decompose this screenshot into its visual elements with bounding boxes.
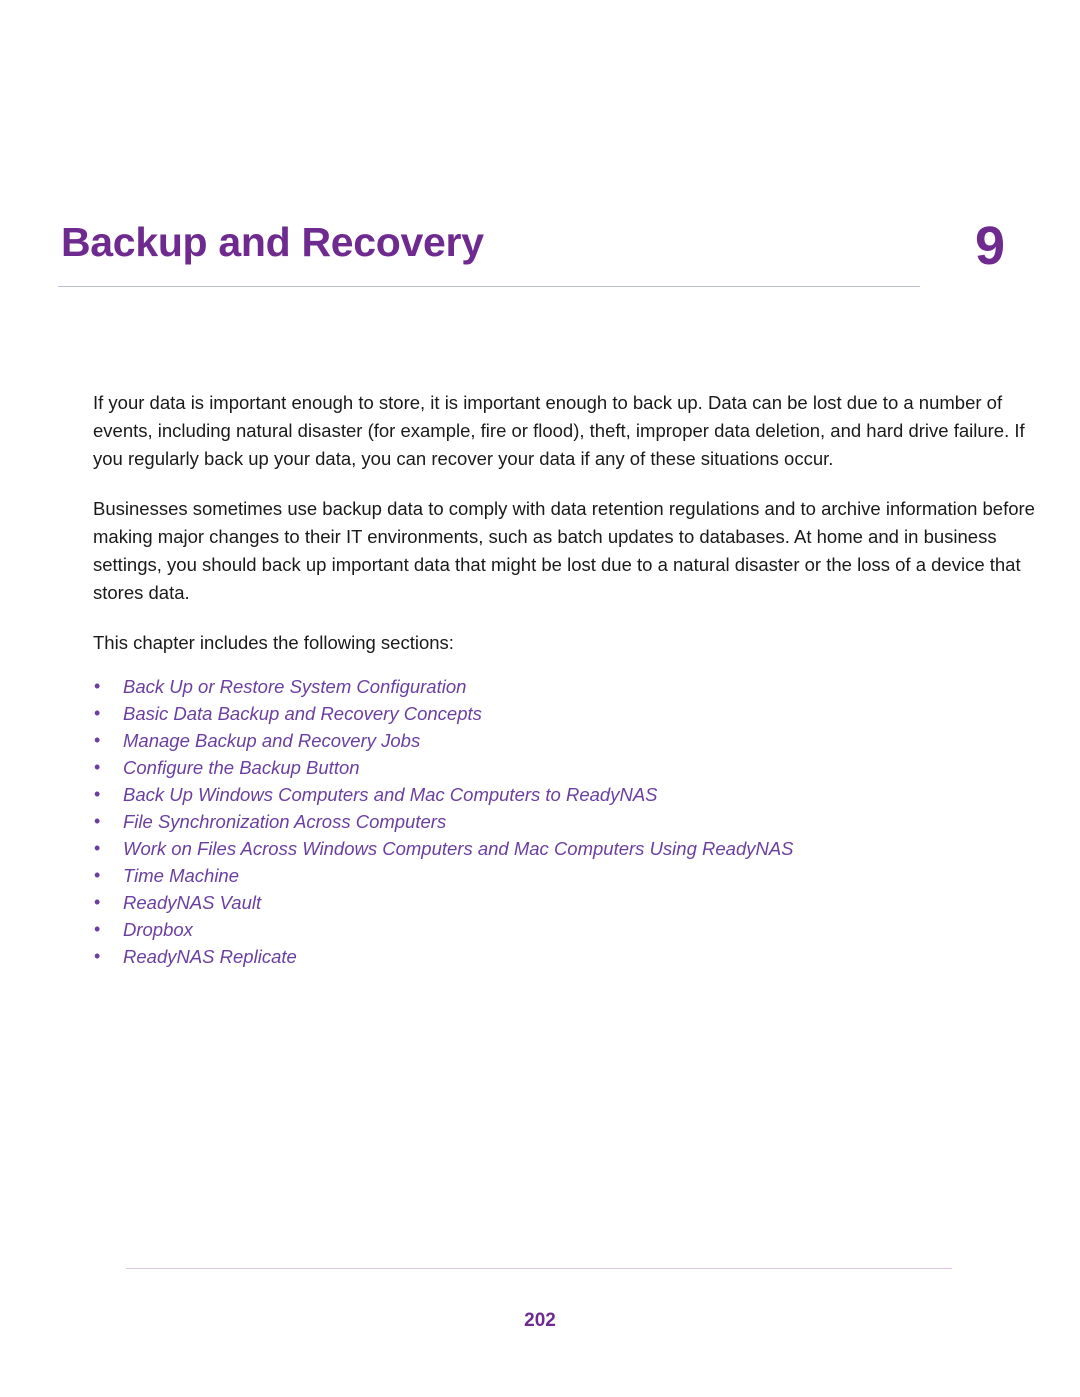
section-link-label[interactable]: Work on Files Across Windows Computers a… <box>123 838 794 859</box>
chapter-number: 9 <box>975 216 1006 276</box>
list-item[interactable]: • Configure the Backup Button <box>93 754 1047 781</box>
title-divider <box>58 286 920 287</box>
list-item[interactable]: • Dropbox <box>93 916 1047 943</box>
bullet-icon: • <box>94 919 101 939</box>
section-link-label[interactable]: File Synchronization Across Computers <box>123 811 446 832</box>
footer-divider <box>126 1268 952 1269</box>
bullet-icon: • <box>94 865 101 885</box>
list-item[interactable]: • Time Machine <box>93 862 1047 889</box>
bullet-icon: • <box>94 730 101 750</box>
bullet-icon: • <box>94 946 101 966</box>
page-title: Backup and Recovery <box>61 219 484 265</box>
chapter-header: Backup and Recovery 9 <box>0 216 1080 308</box>
intro-paragraph-2: Businesses sometimes use backup data to … <box>93 498 1035 603</box>
section-link-label[interactable]: Basic Data Backup and Recovery Concepts <box>123 703 482 724</box>
list-item[interactable]: • Back Up or Restore System Configuratio… <box>93 673 1047 700</box>
list-item[interactable]: • ReadyNAS Replicate <box>93 943 1047 970</box>
section-link-label[interactable]: Back Up or Restore System Configuration <box>123 676 466 697</box>
section-link-label[interactable]: Configure the Backup Button <box>123 757 360 778</box>
section-link-label[interactable]: Manage Backup and Recovery Jobs <box>123 730 420 751</box>
section-link-label[interactable]: ReadyNAS Vault <box>123 892 261 913</box>
list-item[interactable]: • Manage Backup and Recovery Jobs <box>93 727 1047 754</box>
section-link-label[interactable]: Back Up Windows Computers and Mac Comput… <box>123 784 658 805</box>
list-item[interactable]: • Work on Files Across Windows Computers… <box>93 835 1047 862</box>
bullet-icon: • <box>94 811 101 831</box>
bullet-icon: • <box>94 703 101 723</box>
bullet-icon: • <box>94 784 101 804</box>
section-link-label[interactable]: Dropbox <box>123 919 193 940</box>
sections-lead-in: This chapter includes the following sect… <box>93 632 454 653</box>
bullet-icon: • <box>94 676 101 696</box>
list-item[interactable]: • Back Up Windows Computers and Mac Comp… <box>93 781 1047 808</box>
manual-page: Backup and Recovery 9 If your data is im… <box>0 0 1080 1397</box>
bullet-icon: • <box>94 757 101 777</box>
page-number: 202 <box>524 1310 556 1331</box>
section-link-label[interactable]: ReadyNAS Replicate <box>123 946 297 967</box>
body-content: If your data is important enough to stor… <box>93 389 1047 970</box>
list-item[interactable]: • File Synchronization Across Computers <box>93 808 1047 835</box>
list-item[interactable]: • ReadyNAS Vault <box>93 889 1047 916</box>
bullet-icon: • <box>94 892 101 912</box>
bullet-icon: • <box>94 838 101 858</box>
list-item[interactable]: • Basic Data Backup and Recovery Concept… <box>93 700 1047 727</box>
intro-paragraph-1: If your data is important enough to stor… <box>93 392 1025 469</box>
section-link-label[interactable]: Time Machine <box>123 865 239 886</box>
chapter-section-list: • Back Up or Restore System Configuratio… <box>93 673 1047 970</box>
